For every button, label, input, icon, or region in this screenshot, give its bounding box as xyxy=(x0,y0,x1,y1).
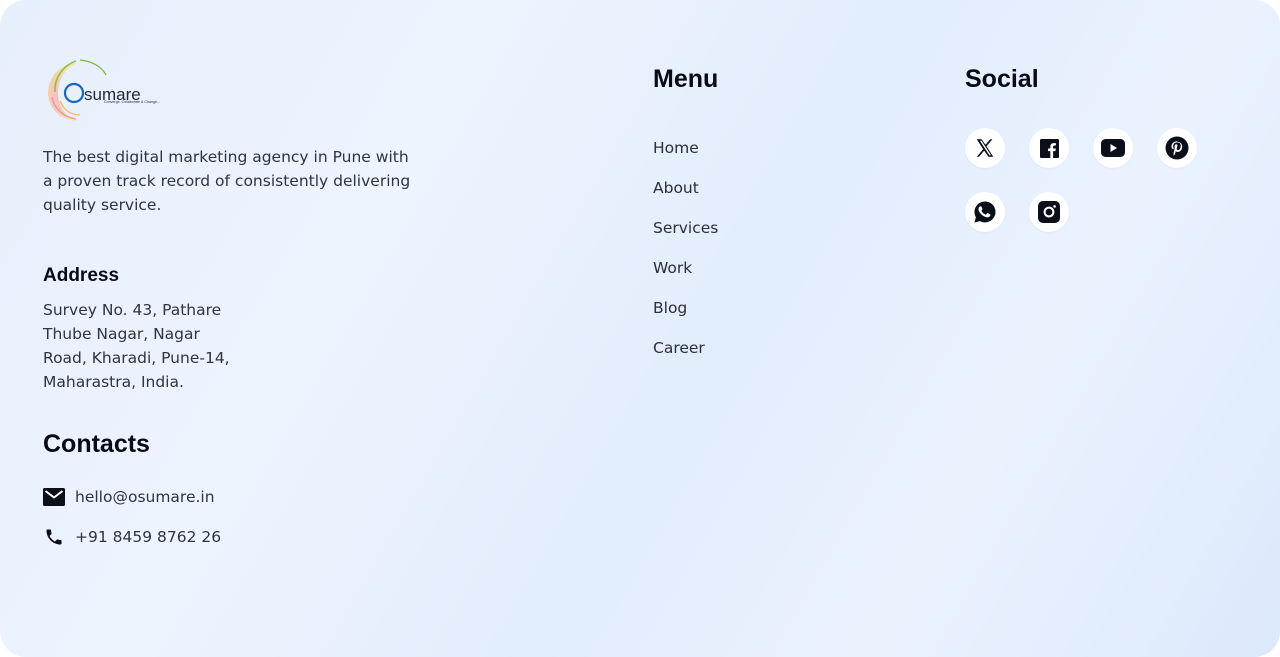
instagram-link[interactable] xyxy=(1029,192,1069,232)
menu-link-work[interactable]: Work xyxy=(653,257,692,279)
menu-link-services[interactable]: Services xyxy=(653,217,718,239)
address-line: Road, Kharadi, Pune-14, xyxy=(43,349,230,367)
email-contact: hello@osumare.in xyxy=(43,486,215,508)
menu-item-services: Services xyxy=(653,217,718,257)
phone-icon xyxy=(43,526,65,548)
address-line: Maharastra, India. xyxy=(43,373,184,391)
menu-heading: Menu xyxy=(653,65,719,93)
company-tagline: The best digital marketing agency in Pun… xyxy=(43,148,411,214)
youtube-link[interactable] xyxy=(1093,128,1133,168)
menu-item-work: Work xyxy=(653,257,718,297)
phone-link[interactable]: +91 8459 8762 26 xyxy=(75,528,221,546)
site-footer: sumare Converge, Collaborate & Change...… xyxy=(0,0,1280,657)
menu-item-about: About xyxy=(653,177,718,217)
menu-link-blog[interactable]: Blog xyxy=(653,297,687,319)
x-icon xyxy=(974,137,996,159)
youtube-icon xyxy=(1101,139,1125,157)
address-line: Survey No. 43, Pathare xyxy=(43,301,222,319)
pinterest-icon xyxy=(1165,136,1189,160)
facebook-link[interactable] xyxy=(1029,128,1069,168)
social-links xyxy=(965,128,1205,232)
address-block: Survey No. 43, Pathare Thube Nagar, Naga… xyxy=(43,298,243,394)
menu-link-about[interactable]: About xyxy=(653,177,699,199)
email-link[interactable]: hello@osumare.in xyxy=(75,488,215,506)
social-heading: Social xyxy=(965,65,1039,93)
menu-link-home[interactable]: Home xyxy=(653,137,699,159)
address-heading: Address xyxy=(43,265,120,286)
whatsapp-link[interactable] xyxy=(965,192,1005,232)
contacts-heading: Contacts xyxy=(43,430,150,458)
logo-tagline: Converge, Collaborate & Change... xyxy=(104,100,160,104)
facebook-icon xyxy=(1039,138,1059,158)
menu-item-career: Career xyxy=(653,337,718,377)
menu-link-career[interactable]: Career xyxy=(653,337,705,359)
osumare-logo[interactable]: sumare Converge, Collaborate & Change... xyxy=(46,57,168,125)
instagram-icon xyxy=(1038,201,1060,223)
pinterest-link[interactable] xyxy=(1157,128,1197,168)
menu-item-blog: Blog xyxy=(653,297,718,337)
whatsapp-icon xyxy=(973,200,997,224)
phone-contact: +91 8459 8762 26 xyxy=(43,526,221,548)
menu-item-home: Home xyxy=(653,137,718,177)
x-link[interactable] xyxy=(965,128,1005,168)
address-line: Thube Nagar, Nagar xyxy=(43,325,200,343)
footer-menu: Home About Services Work Blog Career xyxy=(653,137,718,377)
mail-icon xyxy=(43,486,65,508)
